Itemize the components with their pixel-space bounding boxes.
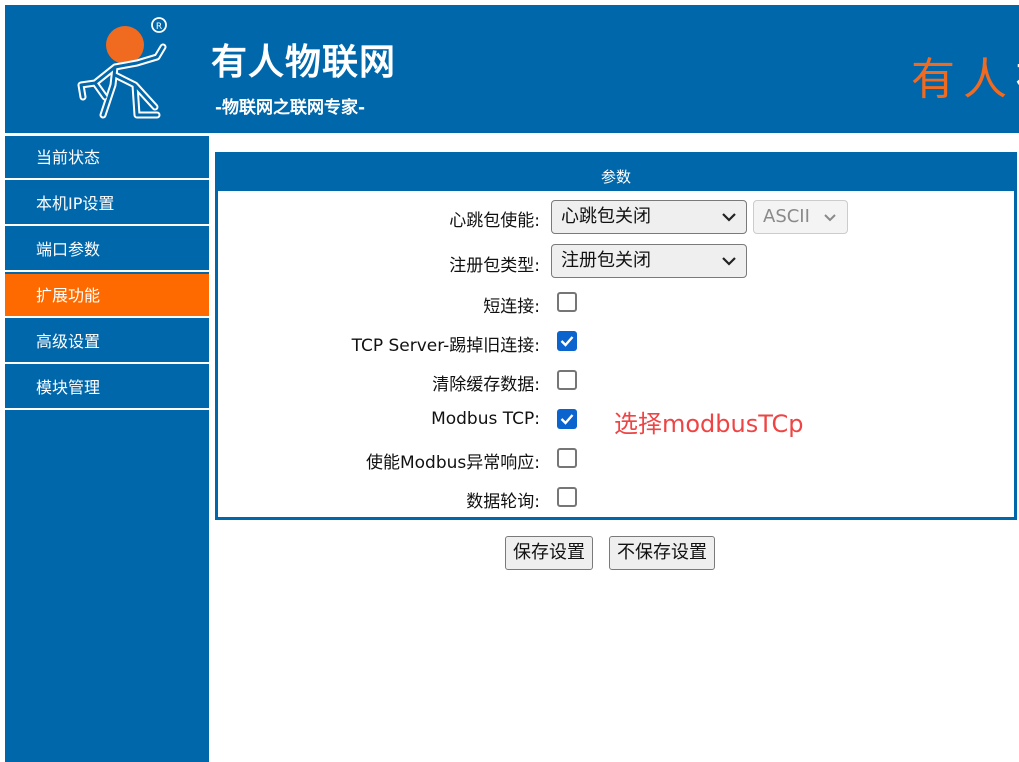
data-polling-checkbox[interactable] (557, 487, 577, 507)
heartbeat-select-value: 心跳包关闭 (561, 206, 651, 227)
brand-script: 有人在 (911, 43, 1019, 107)
sidebar-item-port-params[interactable]: 端口参数 (5, 228, 209, 272)
modbus-exception-label: 使能Modbus异常响应: (365, 453, 540, 473)
chevron-down-icon (722, 213, 736, 222)
running-man-logo-icon: R (77, 17, 167, 119)
sidebar-item-ip-settings[interactable]: 本机IP设置 (5, 182, 209, 226)
brand-script-main: 有人 (911, 54, 1015, 105)
chevron-down-icon (722, 257, 736, 266)
sidebar-item-module-management[interactable]: 模块管理 (5, 366, 209, 410)
chevron-down-icon (824, 214, 836, 222)
register-select[interactable]: 注册包关闭 (551, 244, 747, 278)
sidebar-item-extended-functions[interactable]: 扩展功能 (5, 274, 209, 318)
sidebar: 当前状态 本机IP设置 端口参数 扩展功能 高级设置 模块管理 (5, 136, 209, 762)
tcp-server-kick-label: TCP Server-踢掉旧连接: (351, 336, 540, 356)
heartbeat-format-select: ASCII (753, 200, 848, 234)
short-connection-checkbox[interactable] (557, 292, 577, 312)
modbus-exception-checkbox[interactable] (557, 448, 577, 468)
sidebar-item-current-status[interactable]: 当前状态 (5, 136, 209, 180)
brand-script-tail: 在 (1015, 54, 1019, 105)
modbus-tcp-label: Modbus TCP: (431, 409, 540, 429)
checkmark-icon (560, 336, 574, 347)
svg-text:R: R (156, 22, 162, 32)
short-connection-label: 短连接: (483, 297, 540, 317)
clear-cache-checkbox[interactable] (557, 370, 577, 390)
brand-slogan: -物联网之联网专家- (215, 98, 366, 118)
checkmark-icon (560, 414, 574, 425)
register-label: 注册包类型: (449, 256, 540, 276)
heartbeat-select[interactable]: 心跳包关闭 (551, 200, 747, 234)
header-banner: R 有人物联网 -物联网之联网专家- 有人在 (5, 5, 1019, 133)
page: R 有人物联网 -物联网之联网专家- 有人在 当前状态 本机IP设置 端口参数 … (0, 0, 1019, 762)
panel-title: 参数 (218, 155, 1014, 191)
heartbeat-format-value: ASCII (763, 206, 810, 227)
parameter-panel: 参数 心跳包使能: 心跳包关闭 ASCII 注册包类型: 注册包关闭 短连接: … (215, 152, 1017, 520)
sidebar-item-advanced-settings[interactable]: 高级设置 (5, 320, 209, 364)
modbus-tcp-checkbox[interactable] (557, 409, 577, 429)
discard-button[interactable]: 不保存设置 (609, 536, 715, 570)
heartbeat-label: 心跳包使能: (449, 211, 540, 231)
register-select-value: 注册包关闭 (561, 250, 651, 271)
clear-cache-label: 清除缓存数据: (432, 375, 540, 395)
data-polling-label: 数据轮询: (466, 492, 540, 512)
save-button[interactable]: 保存设置 (505, 536, 593, 570)
brand-title: 有人物联网 (211, 42, 397, 83)
annotation-note: 选择modbusTCp (614, 410, 804, 438)
tcp-server-kick-checkbox[interactable] (557, 331, 577, 351)
